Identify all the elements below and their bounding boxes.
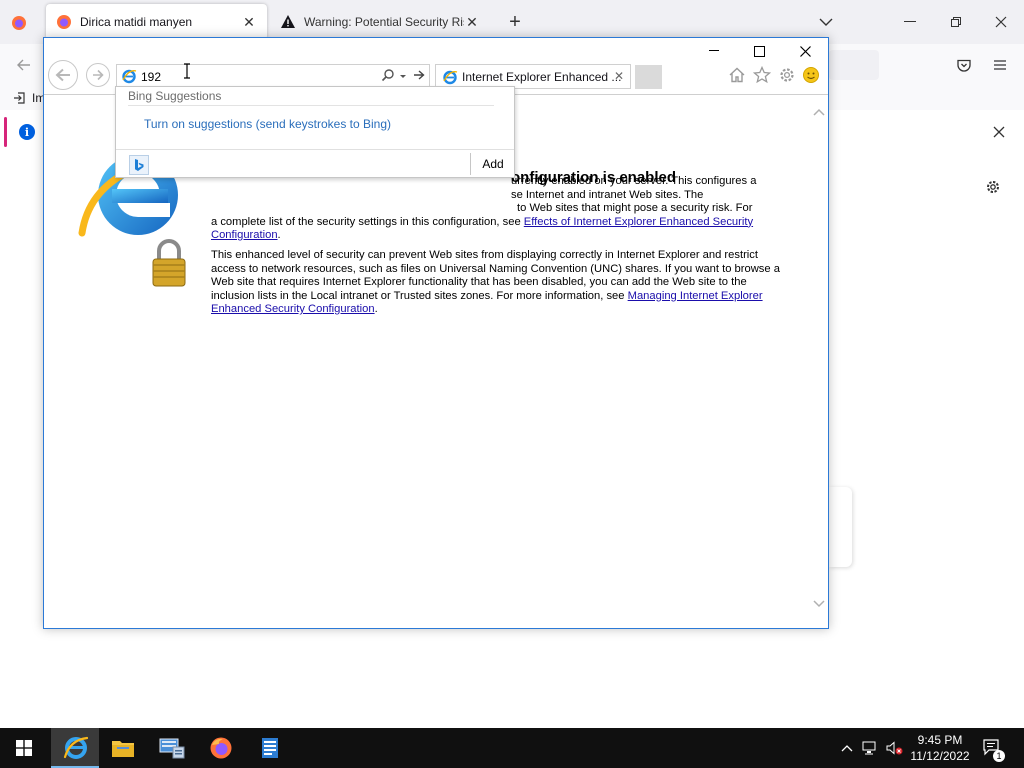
text-cursor-icon [183, 63, 191, 79]
firefox-favicon-icon [57, 15, 71, 29]
hamburger-menu-icon[interactable] [988, 54, 1012, 76]
ie-forward-button[interactable] [86, 63, 110, 87]
feedback-smiley-icon[interactable] [802, 66, 822, 86]
para1-line: urrently enabled on your server. This co… [511, 175, 757, 187]
warning-icon [281, 15, 295, 28]
back-arrow-icon [55, 68, 70, 82]
bing-search-provider-icon[interactable] [129, 155, 149, 175]
firefox-view-icon[interactable] [8, 12, 30, 34]
ie-tab-title: Internet Explorer Enhanced ... [462, 69, 622, 84]
clock-date: 11/12/2022 [910, 749, 970, 763]
suggestions-heading: Bing Suggestions [128, 89, 222, 103]
home-icon[interactable] [728, 66, 748, 86]
system-clock[interactable]: 9:45 PM 11/12/2022 [906, 732, 974, 764]
restore-icon[interactable] [942, 10, 970, 34]
tray-overflow-chevron-icon[interactable] [838, 728, 856, 768]
article-paragraph-2: This enhanced level of security can prev… [211, 249, 791, 317]
server-manager-icon [159, 738, 185, 759]
suggestions-footer: Add [116, 149, 514, 177]
para1-line: se Internet and intranet Web sites. The [511, 188, 704, 201]
taskbar-server-manager[interactable] [148, 728, 196, 768]
forward-arrow-icon [93, 69, 104, 81]
document-app-icon [262, 738, 278, 758]
volume-muted-icon[interactable] [884, 728, 906, 768]
tab-close-icon[interactable]: ✕ [464, 14, 480, 30]
firefox-tab-active[interactable]: Dirica matidi manyen ✕ [46, 4, 267, 40]
footer-separator [470, 153, 471, 175]
favorites-star-icon[interactable] [752, 65, 773, 86]
article-paragraph-1: urrently enabled on your server. This co… [211, 175, 791, 243]
taskbar-internet-explorer[interactable] [51, 728, 99, 768]
start-button[interactable] [0, 728, 48, 768]
ie-scrollbar[interactable] [810, 94, 828, 628]
notification-accent [4, 117, 7, 147]
network-icon[interactable] [860, 728, 880, 768]
list-all-tabs-chevron-icon[interactable] [814, 10, 838, 34]
tab-close-icon[interactable]: ✕ [241, 14, 257, 30]
folder-icon [112, 741, 134, 757]
scroll-down-icon[interactable] [813, 600, 825, 608]
windows-logo-icon [16, 740, 32, 756]
padlock-icon [150, 238, 188, 288]
para1-end: . [277, 229, 281, 241]
notification-count-badge: 1 [993, 750, 1005, 762]
search-icon[interactable] [381, 68, 397, 84]
pocket-icon[interactable] [952, 54, 976, 76]
tools-gear-icon[interactable] [778, 66, 798, 86]
ie-address-input[interactable] [141, 68, 371, 85]
page-settings-gear-icon[interactable] [983, 177, 1003, 197]
address-dropdown-icon[interactable] [399, 69, 409, 83]
ie-close-icon[interactable] [782, 38, 828, 64]
tab-title: Warning: Potential Security Risk [304, 15, 464, 29]
firefox-tab-warning[interactable]: Warning: Potential Security Risk ✕ [270, 4, 490, 40]
suggestions-divider [128, 105, 494, 106]
para1-tail: a complete list of the security settings… [211, 216, 791, 243]
notification-close-icon[interactable] [989, 122, 1009, 142]
firefox-icon [210, 737, 232, 759]
internet-explorer-icon [63, 736, 88, 759]
ie-tab-icon [443, 70, 458, 84]
para1-tail-text: a complete list of the security settings… [211, 215, 524, 228]
ie-title-bar [44, 38, 828, 64]
ie-new-tab-button[interactable] [635, 65, 662, 89]
ie-tab-close-icon[interactable]: ✕ [612, 69, 626, 83]
ie-page-icon [122, 69, 137, 84]
go-arrow-icon[interactable] [413, 68, 427, 84]
taskbar-firefox[interactable] [197, 728, 245, 768]
taskbar-notepad-app[interactable] [246, 728, 294, 768]
scroll-up-icon[interactable] [813, 108, 825, 116]
bing-suggestions-dropdown: Bing Suggestions Turn on suggestions (se… [115, 86, 515, 178]
import-bookmarks-icon[interactable] [12, 91, 26, 105]
taskbar: 9:45 PM 11/12/2022 1 [0, 728, 1024, 768]
url-bar-remnant[interactable] [829, 50, 879, 80]
clock-time: 9:45 PM [917, 733, 963, 747]
taskbar-file-explorer[interactable] [99, 728, 147, 768]
ie-maximize-icon[interactable] [736, 38, 782, 64]
ie-address-bar[interactable] [116, 64, 430, 88]
para2-end: . [374, 303, 378, 315]
info-icon: i [19, 124, 35, 140]
ie-minimize-icon[interactable] [691, 38, 737, 64]
para1-line: to Web sites that might pose a security … [517, 202, 753, 214]
new-tab-plus-icon[interactable]: + [503, 10, 527, 34]
minimize-icon[interactable] [896, 10, 924, 34]
action-center-icon[interactable]: 1 [980, 728, 1006, 768]
ie-back-button[interactable] [48, 60, 78, 90]
back-arrow-icon[interactable] [12, 54, 36, 76]
add-search-provider-button[interactable]: Add [476, 155, 510, 173]
turn-on-suggestions-link[interactable]: Turn on suggestions (send keystrokes to … [144, 117, 391, 131]
close-window-icon[interactable] [987, 10, 1015, 34]
firefox-page-card [829, 487, 852, 567]
tab-title: Dirica matidi manyen [80, 15, 193, 29]
